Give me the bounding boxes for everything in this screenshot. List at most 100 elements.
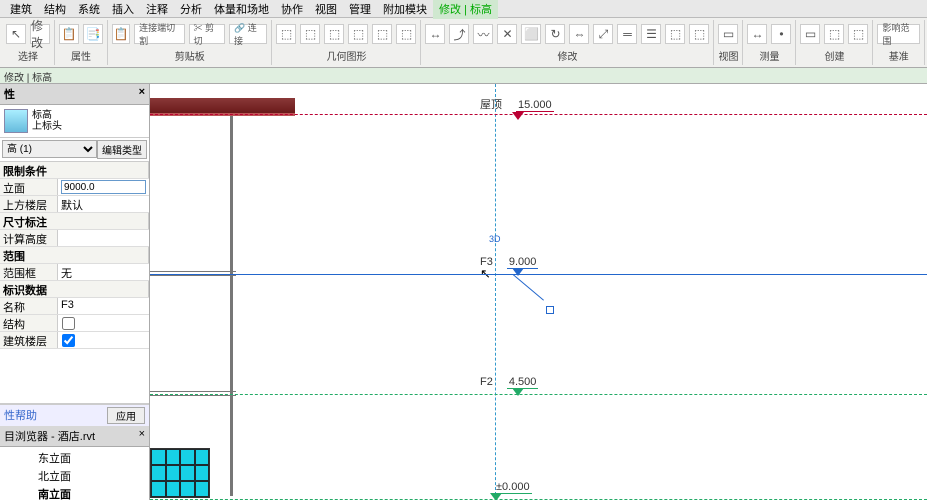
- prop-value[interactable]: [58, 315, 149, 331]
- ribbon-button[interactable]: ✕: [497, 24, 517, 44]
- material-palette[interactable]: [150, 448, 210, 498]
- ribbon-button[interactable]: ▭: [800, 24, 820, 44]
- ribbon-group-label: 选择: [6, 48, 50, 65]
- menu-item[interactable]: 管理: [343, 0, 377, 19]
- level-marker[interactable]: 屋顶15.000: [480, 96, 554, 123]
- menu-item[interactable]: 协作: [275, 0, 309, 19]
- ribbon-button[interactable]: 修改: [30, 24, 50, 44]
- prop-key: 名称: [0, 298, 58, 314]
- endpoint-grip[interactable]: [546, 306, 554, 314]
- ribbon-button[interactable]: ✂ 剪切: [189, 24, 225, 44]
- edit-type-button[interactable]: 编辑类型: [97, 140, 147, 159]
- ribbon-button[interactable]: ↖: [6, 24, 26, 44]
- prop-value[interactable]: [58, 332, 149, 348]
- properties-close-icon[interactable]: ×: [139, 86, 145, 102]
- ribbon-button[interactable]: 连接端切割: [134, 24, 184, 44]
- ribbon-group: 📋连接端切割✂ 剪切🔗 连接剪贴板: [108, 20, 272, 65]
- ribbon-button[interactable]: 影响范围: [877, 24, 920, 44]
- menu-item[interactable]: 系统: [72, 0, 106, 19]
- browser-title: 目浏览器 - 酒店.rvt: [4, 428, 95, 444]
- ribbon-button[interactable]: ☰: [641, 24, 661, 44]
- menu-item[interactable]: 注释: [140, 0, 174, 19]
- ribbon-button[interactable]: ⬚: [276, 24, 296, 44]
- ribbon-button[interactable]: ↔: [747, 24, 767, 44]
- ribbon-button[interactable]: •: [771, 24, 791, 44]
- properties-help-link[interactable]: 性帮助: [4, 407, 37, 424]
- ribbon-button[interactable]: 📋: [112, 24, 130, 44]
- ribbon-button[interactable]: 📑: [83, 24, 103, 44]
- ribbon-button[interactable]: ↔: [425, 24, 445, 44]
- tree-node[interactable]: 南立面: [2, 485, 147, 500]
- ribbon-button[interactable]: 🔗 连接: [229, 24, 267, 44]
- prop-value[interactable]: [58, 230, 149, 246]
- ribbon-group-label: 属性: [59, 48, 103, 65]
- prop-value[interactable]: 默认: [58, 196, 149, 212]
- prop-key: 建筑楼层: [0, 332, 58, 348]
- ribbon-button[interactable]: ⬚: [848, 24, 868, 44]
- menu-item[interactable]: 附加模块: [377, 0, 433, 19]
- level-triangle-icon: [512, 388, 524, 396]
- prop-value[interactable]: 无: [58, 264, 149, 280]
- menu-item[interactable]: 体量和场地: [208, 0, 275, 19]
- ribbon-button[interactable]: ⇔: [569, 24, 589, 44]
- ribbon-button[interactable]: ⬚: [348, 24, 368, 44]
- level-line[interactable]: [150, 274, 927, 275]
- ribbon-button[interactable]: ⬜: [521, 24, 541, 44]
- level-name: F3: [480, 256, 493, 268]
- prop-value[interactable]: F3: [58, 298, 149, 314]
- ribbon-button[interactable]: ⬚: [396, 24, 416, 44]
- level-triangle-icon: [512, 268, 524, 276]
- drawing-canvas[interactable]: 3D ↖ 屋顶15.000F39.000F24.500±0.000: [150, 84, 927, 500]
- center-axis: [495, 84, 496, 500]
- 3d-glyph[interactable]: 3D: [489, 234, 501, 244]
- menu-item[interactable]: 建筑: [4, 0, 38, 19]
- instance-filter-select[interactable]: 高 (1): [2, 140, 97, 158]
- prop-row: 立面: [0, 179, 149, 196]
- menu-item[interactable]: 修改 | 标高: [433, 0, 498, 19]
- ribbon-group-label: 视图: [718, 48, 738, 65]
- prop-key: 立面: [0, 179, 58, 195]
- ribbon-button[interactable]: ▭: [718, 24, 738, 44]
- ribbon-button[interactable]: ⤢: [593, 24, 613, 44]
- menu-item[interactable]: 分析: [174, 0, 208, 19]
- prop-checkbox[interactable]: [62, 334, 75, 347]
- ribbon-button[interactable]: ↻: [545, 24, 565, 44]
- level-marker[interactable]: F39.000: [480, 256, 538, 279]
- menu-item[interactable]: 插入: [106, 0, 140, 19]
- ribbon-button[interactable]: ═: [617, 24, 637, 44]
- properties-title: 性: [4, 86, 15, 102]
- browser-close-icon[interactable]: ×: [139, 428, 145, 444]
- tree-node[interactable]: 北立面: [2, 467, 147, 485]
- ribbon-group: ↔⤴〰✕⬜↻⇔⤢═☰⬚⬚修改: [421, 20, 714, 65]
- ribbon-button[interactable]: ⬚: [665, 24, 685, 44]
- prop-input[interactable]: [61, 180, 146, 194]
- prop-key: 范围框: [0, 264, 58, 280]
- prop-checkbox[interactable]: [62, 317, 75, 330]
- ribbon-button[interactable]: ⤴: [449, 24, 469, 44]
- tree-node[interactable]: 东立面: [2, 449, 147, 467]
- ribbon-button[interactable]: ⬚: [689, 24, 709, 44]
- level-marker[interactable]: F24.500: [480, 376, 538, 399]
- menu-item[interactable]: 视图: [309, 0, 343, 19]
- ribbon-button[interactable]: ⬚: [300, 24, 320, 44]
- prop-value[interactable]: [58, 179, 149, 195]
- ribbon-group: ↔•测量: [743, 20, 796, 65]
- ribbon-group-label: 创建: [800, 48, 868, 65]
- apply-button[interactable]: 应用: [107, 407, 145, 424]
- prop-row: 范围框无: [0, 264, 149, 281]
- ribbon-button[interactable]: 〰: [473, 24, 493, 44]
- type-selector[interactable]: 标高 上标头: [0, 105, 149, 138]
- menu-item[interactable]: 结构: [38, 0, 72, 19]
- level-marker[interactable]: ±0.000: [480, 481, 532, 500]
- ribbon-button[interactable]: ⬚: [372, 24, 392, 44]
- project-browser[interactable]: 东立面 北立面 南立面 西立面+ 图例+ 明细表/数量- 图纸 (全部)+ 00…: [0, 447, 149, 500]
- ribbon-button[interactable]: ⬚: [324, 24, 344, 44]
- ribbon-button[interactable]: 📋: [59, 24, 79, 44]
- context-status: 修改 | 标高: [0, 68, 927, 84]
- ribbon-group-label: 剪贴板: [112, 48, 267, 65]
- ribbon-button[interactable]: ⬚: [824, 24, 844, 44]
- ribbon-group-label: 几何图形: [276, 48, 416, 65]
- prop-row: 结构: [0, 315, 149, 332]
- level-line[interactable]: [150, 394, 927, 395]
- prop-category: 标识数据: [0, 281, 149, 297]
